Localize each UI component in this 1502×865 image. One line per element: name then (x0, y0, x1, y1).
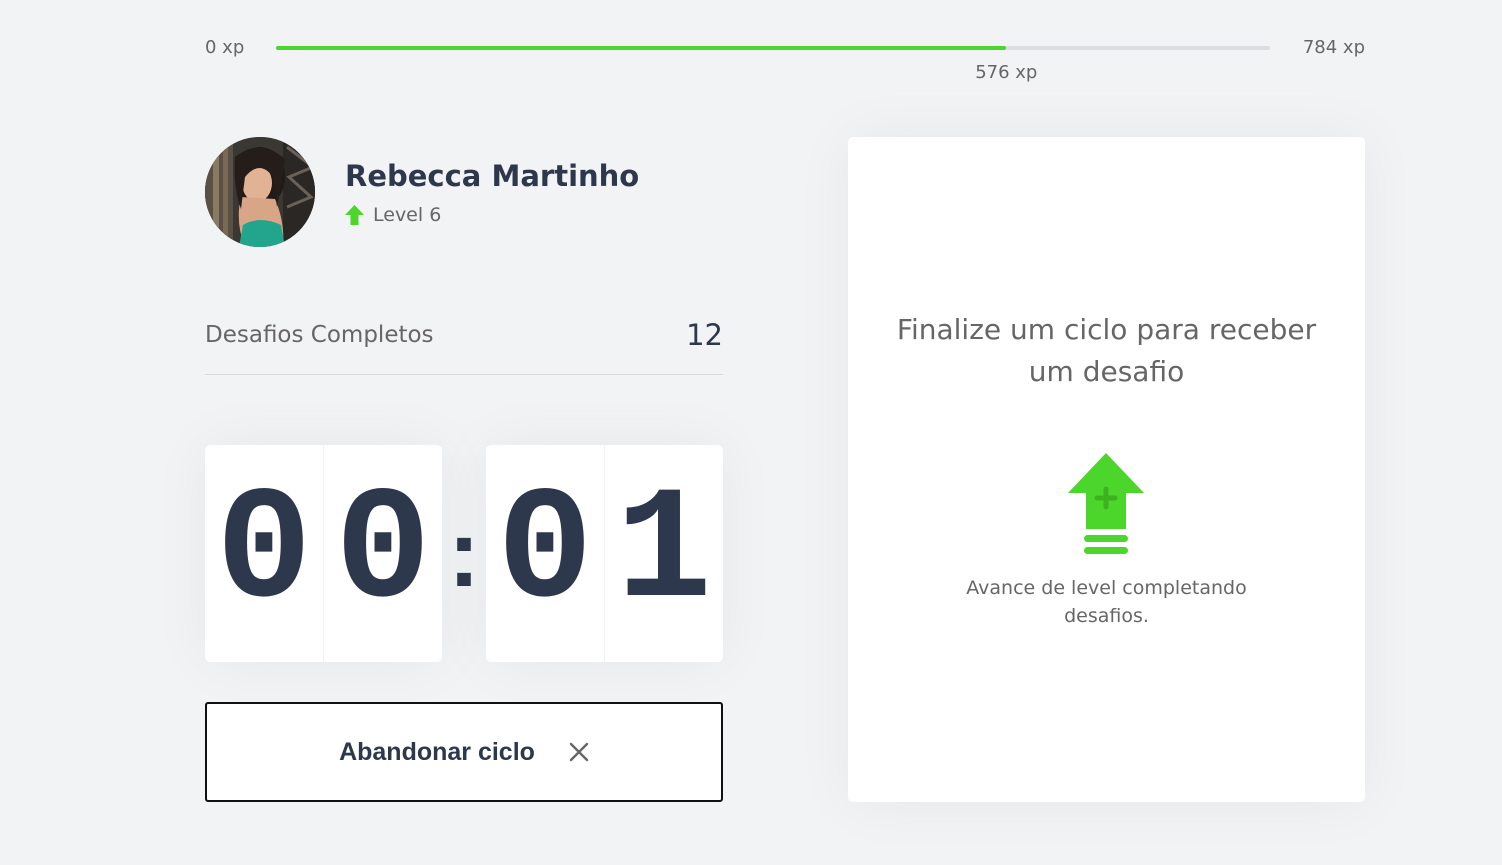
completed-challenges-count: 12 (686, 318, 723, 352)
second-digit-right: 1 (615, 462, 712, 644)
xp-max-label: 784 xp (1302, 37, 1365, 58)
abandon-cycle-label: Abandonar ciclo (339, 737, 535, 766)
completed-challenges: Desafios Completos 12 (205, 318, 723, 375)
xp-min-label: 0 xp (205, 37, 245, 58)
close-icon (569, 742, 589, 762)
completed-challenges-label: Desafios Completos (205, 322, 434, 348)
second-digit-left: 0 (486, 445, 605, 662)
challenge-box: Finalize um ciclo para receber um desafi… (848, 137, 1365, 802)
countdown-minutes: 0 0 (205, 445, 442, 662)
level-up-icon (1068, 453, 1144, 554)
minute-digit-left: 0 (205, 445, 324, 662)
experience-fill (276, 46, 1007, 50)
xp-current-label: 576 xp (975, 62, 1038, 83)
level-up-arrow-icon (345, 205, 364, 225)
level-row: Level 6 (345, 203, 441, 227)
avatar (205, 137, 315, 247)
challenge-box-description: Avance de level completando desafios. (966, 577, 1247, 627)
challenge-box-title: Finalize um ciclo para receber um desafi… (896, 313, 1317, 388)
countdown-seconds: 0 1 (486, 445, 723, 662)
profile: Rebecca Martinho Level 6 (205, 137, 725, 247)
countdown-separator: : (448, 499, 480, 607)
experience-bar: 0 xp 576 xp 784 xp (205, 36, 1365, 86)
experience-track (276, 46, 1270, 50)
profile-name: Rebecca Martinho (345, 159, 640, 193)
minute-digit-right: 0 (334, 462, 431, 644)
level-label: Level 6 (373, 204, 442, 226)
abandon-cycle-button[interactable]: Abandonar ciclo (205, 702, 723, 802)
countdown: 0 0 : 0 1 (205, 445, 723, 662)
